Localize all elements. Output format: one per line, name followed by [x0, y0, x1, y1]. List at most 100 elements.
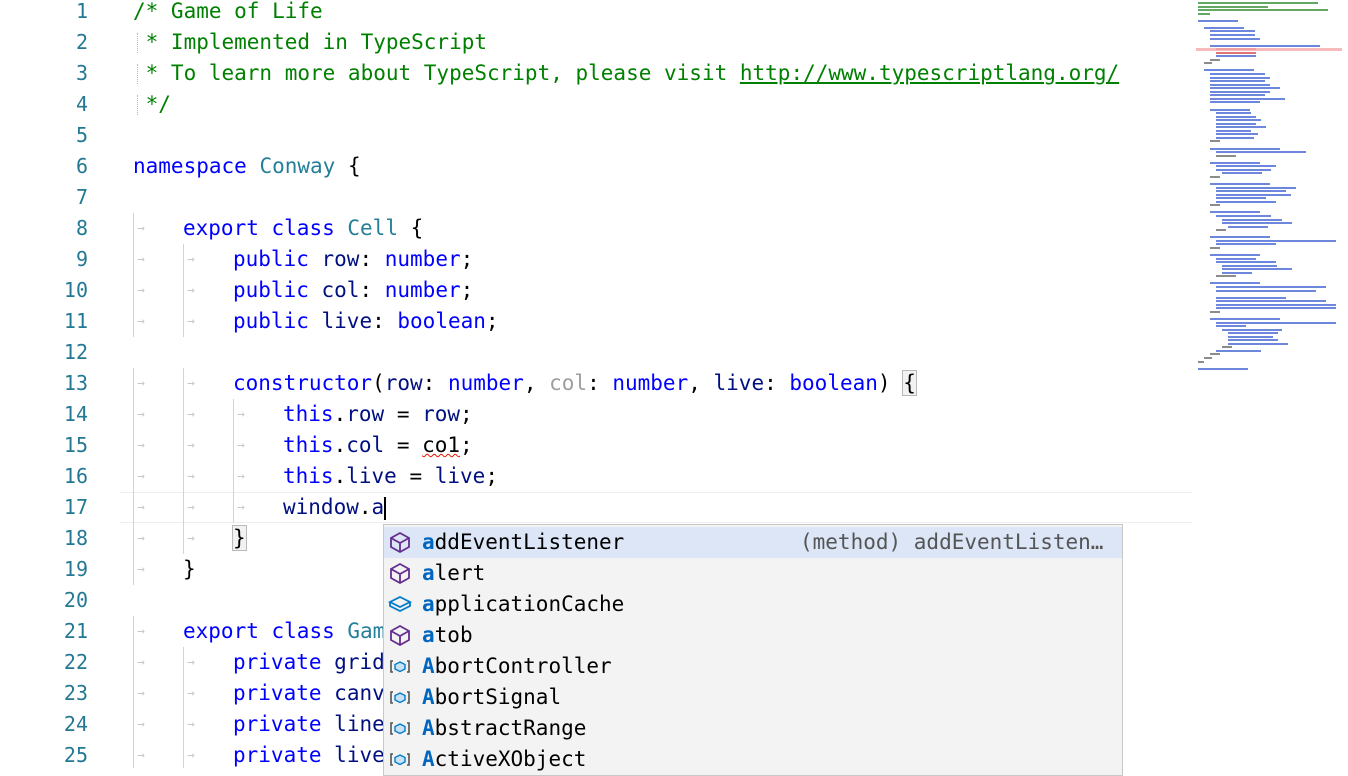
url-link[interactable]: http://www.typescriptlang.org/ [740, 61, 1119, 85]
suggestion-label-rest: tob [434, 623, 473, 647]
suggestion-item[interactable]: alert [384, 558, 1122, 589]
suggestion-item[interactable]: atob [384, 620, 1122, 651]
indent-guide [183, 461, 184, 492]
minimap-line [1216, 126, 1266, 129]
code-token: boolean [789, 371, 878, 395]
code-line[interactable]: 17 → → → window.a [0, 492, 1192, 523]
code-line[interactable]: 8 → export class Cell { [0, 213, 1192, 244]
code-line[interactable]: 14 → → → this.row = row; [0, 399, 1192, 430]
code-line[interactable]: 2 * Implemented in TypeScript [0, 27, 1192, 58]
minimap-line [1210, 204, 1220, 207]
code-line[interactable]: 10 → → public col: number; [0, 275, 1192, 306]
code-line[interactable]: 3 * To learn more about TypeScript, plea… [0, 58, 1192, 89]
code-text[interactable]: private canv [233, 678, 385, 709]
minimap[interactable] [1192, 0, 1348, 768]
suggestion-item[interactable]: AbortSignal [384, 682, 1122, 713]
minimap-line [1198, 367, 1248, 370]
code-line[interactable]: 13 → → constructor(row: number, col: number… [0, 368, 1192, 399]
code-token: number [384, 247, 461, 271]
minimap-line [1216, 136, 1254, 139]
code-text[interactable]: this.row = row; [283, 399, 473, 430]
minimap-line [1204, 26, 1244, 29]
property-icon [387, 593, 413, 616]
code-token: : [372, 309, 398, 333]
code-text[interactable]: */ [133, 89, 171, 120]
code-text[interactable]: } [232, 523, 247, 554]
code-text[interactable]: private grid [233, 647, 385, 678]
code-token: . [333, 402, 347, 426]
code-text[interactable]: export class Gam [183, 616, 385, 647]
code-line[interactable]: 16 → → → this.live = live; [0, 461, 1192, 492]
code-line[interactable]: 1 /* Game of Life [0, 0, 1192, 27]
minimap-line [1210, 90, 1270, 93]
suggestion-item[interactable]: addEventListener (method) addEventListen… [384, 527, 1122, 558]
line-number: 8 [75, 216, 88, 240]
minimap-line [1204, 69, 1254, 72]
code-text[interactable]: public live: boolean; [233, 306, 499, 337]
code-text[interactable]: this.col = co1; [283, 430, 473, 461]
line-number: 1 [75, 0, 88, 23]
line-number: 5 [75, 123, 88, 147]
code-token: = [384, 402, 423, 426]
code-text[interactable]: * Implemented in TypeScript [133, 27, 487, 58]
match-highlight: a [422, 530, 435, 554]
code-text[interactable]: } [183, 554, 196, 585]
code-token: number [447, 371, 524, 395]
code-line[interactable]: 4 */ [0, 89, 1192, 120]
minimap-line [1216, 119, 1261, 122]
code-line[interactable]: 7 [0, 182, 1192, 213]
code-token: private [233, 712, 322, 736]
code-token: : [587, 371, 613, 395]
code-text[interactable]: private live [233, 740, 385, 768]
suggestion-item[interactable]: AbortController [384, 651, 1122, 682]
code-text[interactable]: public row: number; [233, 244, 473, 275]
minimap-line [1216, 168, 1271, 171]
code-token: Gam [347, 619, 386, 643]
indent-guide [183, 492, 184, 523]
code-text[interactable]: * To learn more about TypeScript, please… [133, 58, 1120, 89]
suggestion-widget[interactable]: addEventListener (method) addEventListen…… [383, 524, 1123, 776]
code-text[interactable]: this.live = live; [283, 461, 498, 492]
code-text[interactable]: namespace Conway { [133, 151, 361, 182]
code-token: window [283, 495, 359, 519]
minimap-line [1222, 172, 1262, 175]
minimap-line [1216, 197, 1266, 200]
minimap-line [1222, 271, 1252, 274]
code-token: number [384, 278, 461, 302]
minimap-line [1216, 349, 1261, 352]
minimap-line [1216, 200, 1276, 203]
match-highlight: A [422, 654, 435, 678]
code-text[interactable]: constructor(row: number, col: number, li… [233, 368, 917, 399]
code-text[interactable]: window.a [283, 492, 387, 523]
suggestion-item[interactable]: AbstractRange [384, 713, 1122, 744]
suggestion-label: addEventListener [422, 527, 624, 558]
suggestion-label-rest: lert [434, 561, 486, 585]
code-line[interactable]: 11 → → public live: boolean; [0, 306, 1192, 337]
minimap-line [1216, 51, 1256, 54]
minimap-line [1204, 357, 1212, 359]
code-text[interactable]: /* Game of Life [133, 0, 323, 27]
indent-guide [133, 709, 134, 740]
code-token: * To learn more about TypeScript, please… [133, 61, 740, 85]
code-line[interactable]: 9 → → public row: number; [0, 244, 1192, 275]
code-line[interactable]: 15 → → → this.col = co1; [0, 430, 1192, 461]
suggestion-label: AbstractRange [422, 713, 586, 744]
code-token: live [334, 743, 385, 767]
code-line[interactable]: 6 namespace Conway { [0, 151, 1192, 182]
minimap-line [1210, 83, 1270, 86]
tab-arrow-icon: → [137, 283, 145, 298]
minimap-line [1210, 97, 1285, 100]
code-token: */ [133, 92, 171, 116]
code-token: private [233, 681, 322, 705]
code-line[interactable]: 5 [0, 120, 1192, 151]
code-text[interactable]: export class Cell { [183, 213, 423, 244]
code-line[interactable]: 12 [0, 337, 1192, 368]
suggestion-item[interactable]: applicationCache [384, 589, 1122, 620]
suggestion-label: ActiveXObject [422, 744, 586, 775]
code-text[interactable]: private line [233, 709, 385, 740]
code-text[interactable]: public col: number; [233, 275, 473, 306]
tab-arrow-icon: → [137, 686, 145, 701]
suggestion-item[interactable]: ActiveXObject [384, 744, 1122, 775]
